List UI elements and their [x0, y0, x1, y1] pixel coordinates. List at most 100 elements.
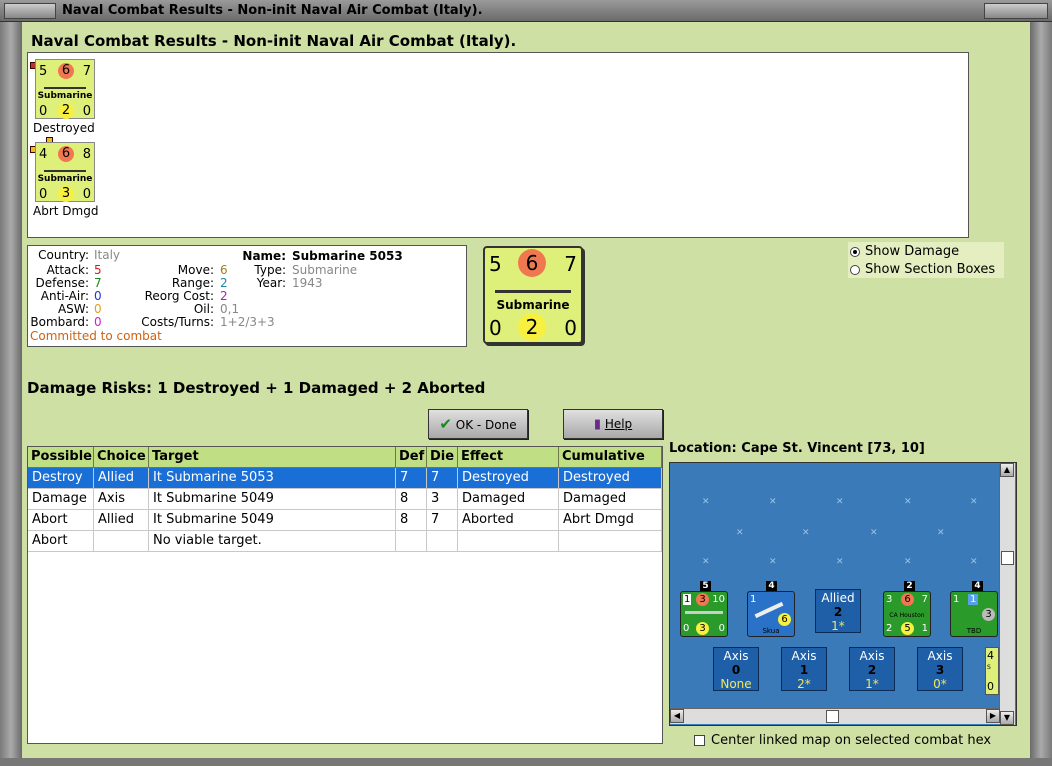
scroll-down-icon[interactable]: ▼: [1000, 711, 1014, 725]
stack-name: Skua: [762, 627, 780, 635]
year-value: 1943: [292, 276, 323, 290]
unit-info-panel: Country: Italy Attack: 5 Defense: 7 Anti…: [27, 245, 467, 347]
map-unit-stack[interactable]: 1 1 3 TBD: [950, 591, 998, 637]
unit-counter[interactable]: 4 6 8 Submarine 0 3 0: [35, 142, 95, 202]
map-horizontal-scrollbar[interactable]: ◀ ▶: [670, 708, 1000, 724]
commit-status: Committed to combat: [30, 329, 162, 343]
vertical-scroll-thumb[interactable]: [1001, 551, 1014, 565]
cell: 7: [427, 510, 458, 531]
display-options: Show Damage Show Section Boxes: [848, 242, 1004, 278]
unit-status: Destroyed: [33, 121, 95, 135]
counter-br: 0: [82, 187, 91, 202]
cell: It Submarine 5049: [149, 489, 396, 510]
allied-box[interactable]: Allied 2 1*: [815, 589, 861, 633]
box-num: 0: [731, 663, 741, 677]
box-side: Allied: [821, 591, 855, 605]
table-row[interactable]: Abort No viable target.: [28, 531, 662, 552]
col-effect[interactable]: Effect: [458, 447, 559, 468]
ok-done-button[interactable]: ✔ OK - Done: [428, 409, 528, 439]
edge-name: S: [987, 664, 991, 671]
help-button[interactable]: ▮ Help: [563, 409, 663, 439]
big-counter-attack: 5: [489, 252, 502, 276]
range-label: Range:: [171, 276, 214, 290]
stack-bl: 0: [683, 623, 690, 634]
show-boxes-radio[interactable]: Show Section Boxes: [850, 262, 995, 277]
cell: Abrt Dmgd: [559, 510, 662, 531]
counter-bm: 3: [58, 186, 74, 202]
stack-tr: 7: [921, 594, 928, 605]
window-menu-button[interactable]: [4, 3, 56, 19]
cell: It Submarine 5049: [149, 510, 396, 531]
cell: 8: [396, 510, 427, 531]
cell: Allied: [94, 468, 149, 489]
country-label: Country:: [38, 248, 89, 262]
sea-marker: ✕: [904, 497, 912, 507]
cell: Damaged: [559, 489, 662, 510]
counter-bm: 2: [58, 103, 74, 119]
cell: Axis: [94, 489, 149, 510]
col-choice[interactable]: Choice: [94, 447, 149, 468]
col-def[interactable]: Def: [396, 447, 427, 468]
submarine-icon: [44, 87, 86, 89]
horizontal-scroll-thumb[interactable]: [826, 710, 839, 723]
table-row[interactable]: Abort Allied It Submarine 5049 8 7 Abort…: [28, 510, 662, 531]
edge-unit-counter[interactable]: 4 S 0: [985, 647, 999, 695]
map-unit-stack[interactable]: 1 3 10 0 3 0: [680, 591, 728, 637]
combat-hex-map[interactable]: ✕ ✕ ✕ ✕ ✕ ✕ ✕ ✕ ✕ ✕ ✕ ✕ ✕ ✕ 5 1 3 10 0 3…: [669, 462, 1017, 726]
col-target[interactable]: Target: [149, 447, 396, 468]
move-value: 6: [220, 263, 228, 277]
show-boxes-label: Show Section Boxes: [865, 262, 996, 277]
submarine-icon: [495, 290, 571, 293]
center-map-label: Center linked map on selected combat hex: [711, 733, 992, 748]
defense-label: Defense:: [35, 276, 89, 290]
sea-marker: ✕: [937, 528, 945, 538]
scroll-up-icon[interactable]: ▲: [1000, 463, 1014, 477]
table-header: Possible Choice Target Def Die Effect Cu…: [28, 447, 662, 468]
window-title: Naval Combat Results - Non-init Naval Ai…: [62, 3, 483, 18]
map-vertical-scrollbar[interactable]: ▲ ▼: [999, 463, 1015, 725]
book-icon: ▮: [593, 417, 601, 432]
attack-label: Attack:: [46, 263, 89, 277]
sea-marker: ✕: [702, 497, 710, 507]
scroll-left-icon[interactable]: ◀: [670, 709, 684, 723]
counter-defense: 6: [58, 63, 74, 79]
stack-bm: 3: [982, 608, 995, 621]
asw-value: 0: [94, 302, 102, 316]
table-row[interactable]: Destroy Allied It Submarine 5053 7 7 Des…: [28, 468, 662, 489]
move-label: Move:: [177, 263, 214, 277]
center-map-checkbox[interactable]: Center linked map on selected combat hex: [694, 733, 991, 748]
col-possible[interactable]: Possible: [28, 447, 94, 468]
dialog-content: Naval Combat Results - Non-init Naval Ai…: [22, 22, 1030, 758]
show-damage-radio[interactable]: Show Damage: [850, 244, 959, 259]
table-row[interactable]: Damage Axis It Submarine 5049 8 3 Damage…: [28, 489, 662, 510]
map-unit-stack[interactable]: 3 6 7 CA Houston 2 5 1: [883, 591, 931, 637]
axis-box[interactable]: Axis 2 1*: [849, 647, 895, 691]
window-controls[interactable]: [984, 3, 1048, 19]
cell: 8: [396, 489, 427, 510]
name-label: Name:: [242, 249, 286, 263]
checkbox-icon: [694, 735, 705, 746]
sea-marker: ✕: [736, 528, 744, 538]
col-die[interactable]: Die: [427, 447, 458, 468]
counter-name: Submarine: [37, 174, 93, 184]
counter-name: Submarine: [37, 91, 93, 101]
scroll-right-icon[interactable]: ▶: [986, 709, 1000, 723]
axis-box[interactable]: Axis 0 None: [713, 647, 759, 691]
box-sub: 1*: [865, 677, 879, 691]
box-side: Axis: [723, 649, 749, 663]
unit-counter[interactable]: 5 6 7 Submarine 0 2 0: [35, 59, 95, 119]
map-unit-stack[interactable]: 1 6 Skua: [747, 591, 795, 637]
sea-marker: ✕: [802, 528, 810, 538]
cell: [458, 531, 559, 552]
counter-defense: 6: [58, 146, 74, 162]
axis-box[interactable]: Axis 1 2*: [781, 647, 827, 691]
cell: It Submarine 5053: [149, 468, 396, 489]
box-side: Axis: [927, 649, 953, 663]
cell: 7: [427, 468, 458, 489]
stack-tm: 1: [968, 594, 979, 605]
col-cumulative[interactable]: Cumulative: [559, 447, 662, 468]
ship-icon: [685, 611, 723, 614]
stack-br: 0: [718, 623, 725, 634]
box-sub: 1*: [831, 619, 845, 633]
axis-box[interactable]: Axis 3 0*: [917, 647, 963, 691]
